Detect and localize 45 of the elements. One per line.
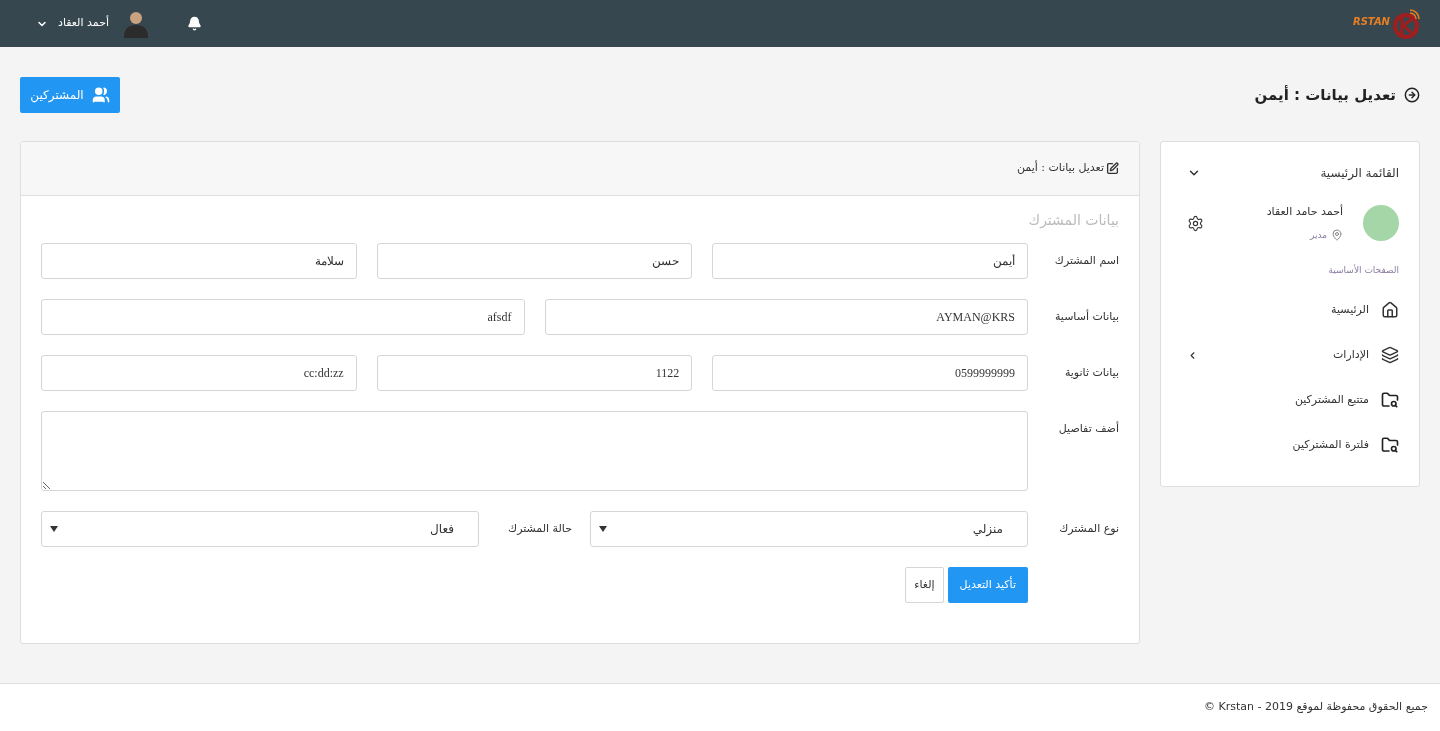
- field-label: اسم المشترك: [1053, 253, 1119, 269]
- card-title: تعديل بيانات : أيمن: [1016, 160, 1104, 177]
- text-field[interactable]: AYMAN@KRS: [544, 299, 1028, 335]
- field-label: نوع المشترك: [1058, 521, 1119, 537]
- arrow-circle-icon[interactable]: [1404, 87, 1420, 103]
- profile-role: مدير: [1310, 228, 1327, 242]
- field-label: بيانات أساسية: [1053, 308, 1119, 325]
- field-label: أضف تفاصيل: [1057, 420, 1119, 437]
- settings-icon[interactable]: [1187, 214, 1204, 232]
- folder-search-icon: [1381, 391, 1399, 409]
- sidebar-item[interactable]: متتبع المشتركين: [1181, 377, 1399, 423]
- avatar-icon: [123, 9, 149, 38]
- home-icon: [1381, 301, 1399, 319]
- caret-icon: [599, 526, 607, 532]
- text-field[interactable]: 1122: [376, 355, 693, 391]
- section-label: الصفحات الأساسية: [1327, 264, 1399, 277]
- footer-text: جميع الحقوق محفوظة لموقع 2019 - Krstan ©: [1204, 699, 1428, 716]
- section-title: بيانات المشترك: [1027, 211, 1119, 231]
- logo-text: RSTAN: [1352, 15, 1390, 29]
- layers-icon: [1381, 346, 1399, 364]
- field-label: حالة المشترك: [507, 521, 573, 537]
- logo-icon: [1392, 8, 1420, 39]
- users-icon: [91, 86, 110, 104]
- sidebar-item[interactable]: الإدارات: [1181, 332, 1399, 378]
- location-pin-icon: [1331, 229, 1343, 242]
- text-field[interactable]: حسن: [376, 243, 693, 279]
- sidebar-item[interactable]: الرئيسية: [1181, 287, 1399, 333]
- folder-search-icon: [1381, 436, 1399, 454]
- text-field[interactable]: سلامة: [41, 243, 357, 279]
- page-title: تعديل بيانات : أيمن: [1254, 84, 1396, 106]
- caret-icon: [50, 526, 58, 532]
- edit-icon: [1106, 162, 1119, 175]
- field-label: بيانات ثانوية: [1063, 365, 1119, 381]
- select-field[interactable]: منزلي: [590, 511, 1028, 547]
- profile-name: أحمد حامد العقاد: [1265, 204, 1343, 220]
- text-field[interactable]: 0599999999: [712, 355, 1028, 391]
- text-field[interactable]: afsdf: [41, 299, 525, 335]
- notification-bell-icon[interactable]: [187, 16, 202, 31]
- cancel-button[interactable]: إلغاء: [905, 567, 944, 603]
- sidebar-item[interactable]: فلترة المشتركين: [1181, 422, 1399, 468]
- select-field[interactable]: فعال: [41, 511, 479, 547]
- profile-avatar: [1363, 205, 1399, 241]
- user-menu-button[interactable]: أحمد العقاد: [36, 15, 109, 32]
- text-field[interactable]: cc:dd:zz: [41, 355, 357, 391]
- sidebar-title: القائمة الرئيسية: [1320, 165, 1399, 182]
